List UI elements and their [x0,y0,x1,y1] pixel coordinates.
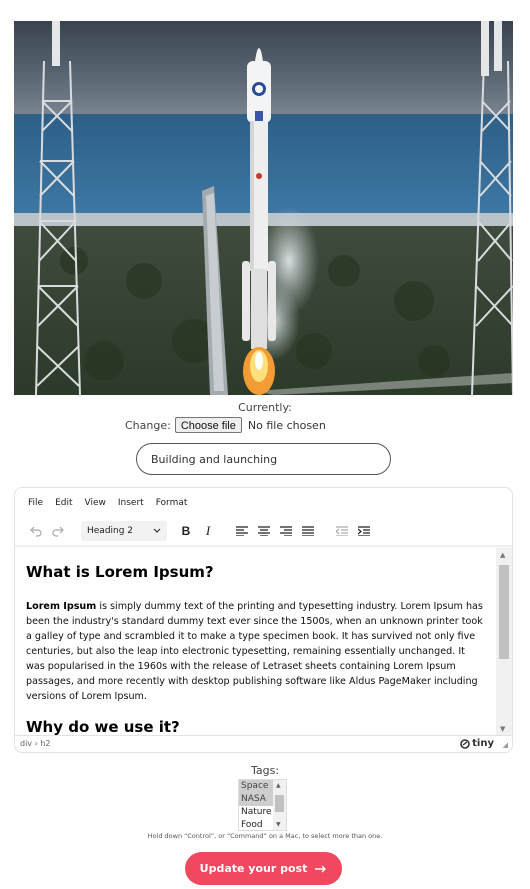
editor-scrollbar[interactable]: ▲ ▼ [496,548,512,736]
align-right-icon[interactable] [275,521,297,541]
bold-icon[interactable]: B [175,521,197,541]
tag-option-nature[interactable]: Nature [239,806,274,819]
tags-scrollbar[interactable]: ▲ ▼ [273,780,286,830]
change-label: Change: [125,418,171,432]
choose-file-button[interactable]: Choose file [174,417,242,433]
content-paragraph-body: is simply dummy text of the printing and… [26,601,483,702]
outdent-icon[interactable] [331,521,353,541]
italic-icon[interactable]: I [197,521,219,541]
tiny-brand-text: tiny [472,738,494,749]
undo-icon[interactable] [25,521,47,541]
scrollbar-thumb[interactable] [499,565,509,659]
tags-help-text: Hold down “Control”, or “Command” on a M… [147,832,383,840]
arrow-right-icon [315,865,327,872]
menu-format[interactable]: Format [156,498,188,508]
editor-menubar: File Edit View Insert Format [28,498,199,508]
block-format-select[interactable]: Heading 2 [81,521,167,541]
tag-option-food[interactable]: Food [239,819,274,830]
content-heading: What is Lorem Ipsum? [26,563,214,581]
menu-view[interactable]: View [85,498,106,508]
update-post-button[interactable]: Update your post [185,852,342,885]
editor-statusbar: div › h2 tiny ◢ [15,735,512,752]
post-image [14,21,513,395]
editor-toolbar: Heading 2 B I [25,521,375,541]
tag-option-nasa[interactable]: NASA [239,793,274,806]
indent-icon[interactable] [353,521,375,541]
content-paragraph: Lorem Ipsum is simply dummy text of the … [26,599,485,704]
content-paragraph-lead: Lorem Ipsum [26,601,97,612]
redo-icon[interactable] [47,521,69,541]
resize-handle-icon[interactable]: ◢ [503,741,508,749]
tags-scroll-down-icon[interactable]: ▼ [276,821,281,828]
menu-edit[interactable]: Edit [55,498,72,508]
tags-scrollbar-thumb[interactable] [275,795,284,812]
align-center-icon[interactable] [253,521,275,541]
block-format-value: Heading 2 [87,526,134,536]
tiny-logo[interactable]: tiny [460,738,494,749]
rich-text-editor: File Edit View Insert Format Heading 2 B… [14,487,513,753]
content-heading-2: Why do we use it? [26,718,180,736]
tags-scroll-up-icon[interactable]: ▲ [276,782,281,789]
currently-label: Currently: [238,401,292,414]
update-post-label: Update your post [199,862,308,875]
tag-option-space[interactable]: Space [239,780,274,793]
tiny-icon [460,738,470,749]
chevron-down-icon [153,528,161,533]
tags-label: Tags: [250,764,280,777]
align-justify-icon[interactable] [297,521,319,541]
menu-file[interactable]: File [28,498,43,508]
tags-select[interactable]: Space NASA Nature Food ▲ ▼ [238,779,287,831]
editor-content[interactable]: What is Lorem Ipsum? Lorem Ipsum is simp… [15,548,497,736]
align-left-icon[interactable] [231,521,253,541]
scroll-up-icon[interactable]: ▲ [500,551,505,559]
menu-insert[interactable]: Insert [118,498,144,508]
file-status: No file chosen [247,418,326,432]
scroll-down-icon[interactable]: ▼ [500,725,505,733]
element-path[interactable]: div › h2 [20,739,50,748]
change-file-row: Change: Choose file No file chosen [125,417,326,433]
post-title-input[interactable] [136,443,391,475]
